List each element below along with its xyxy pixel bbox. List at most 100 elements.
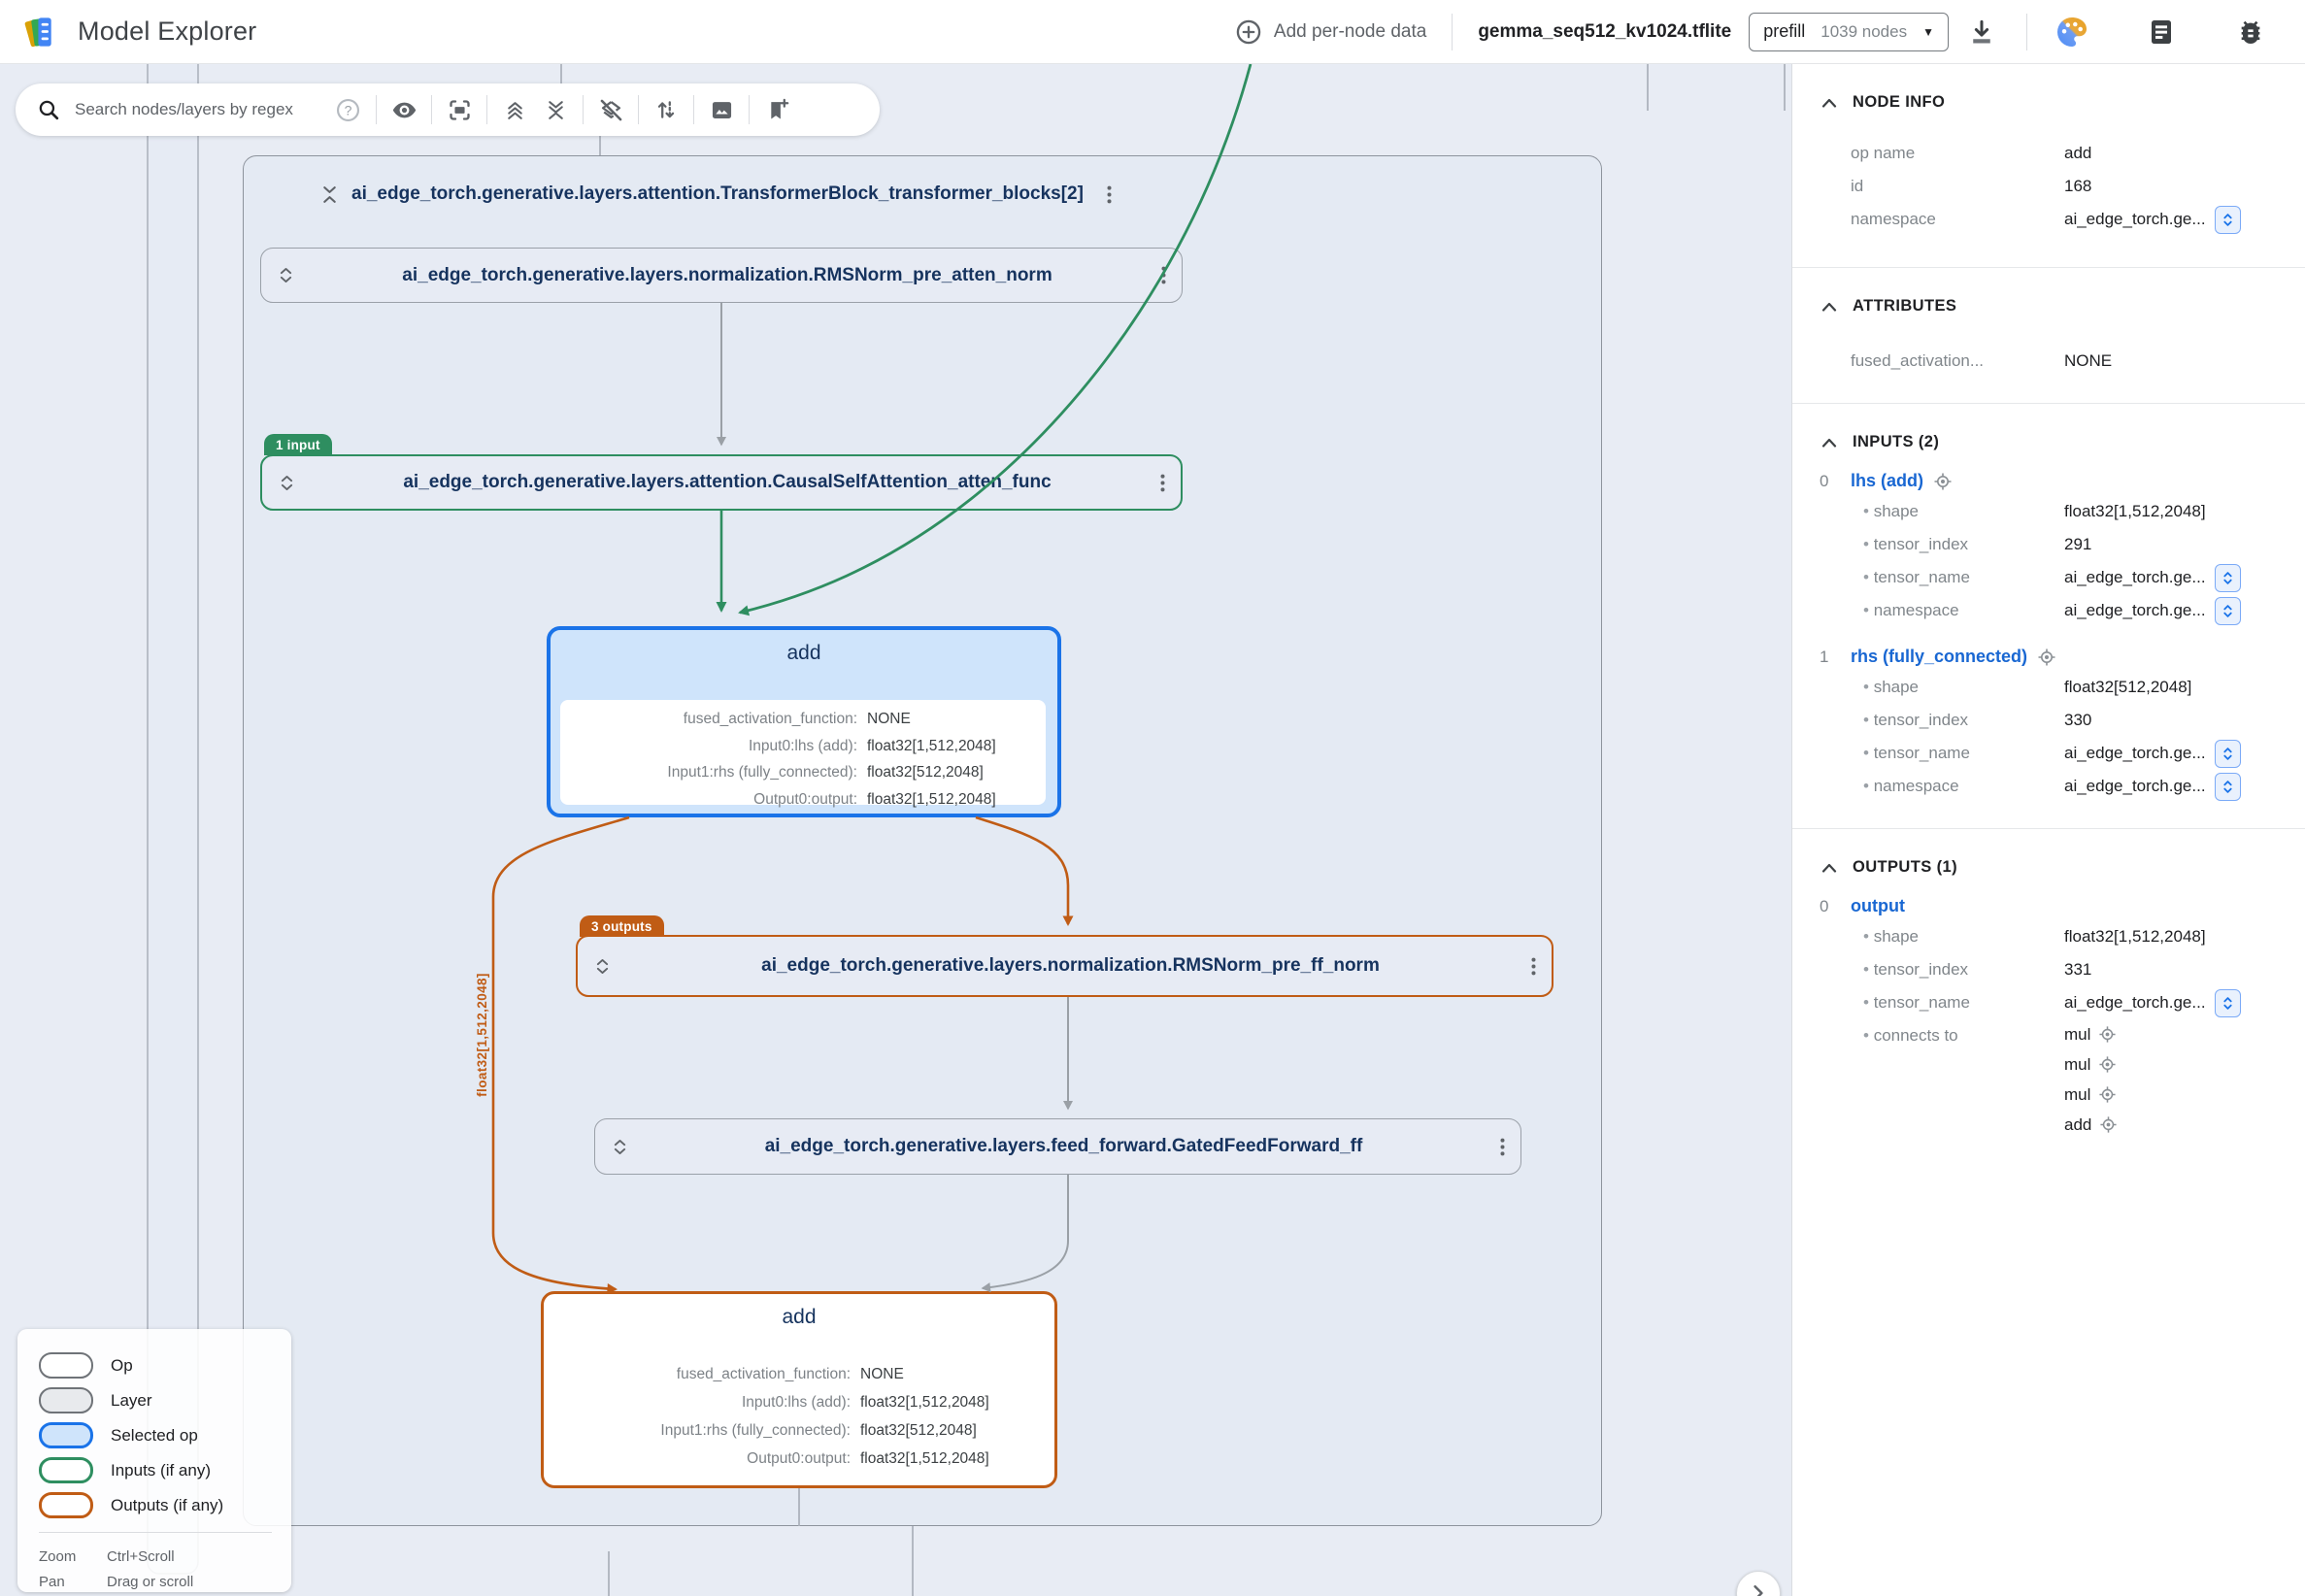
locate-node-icon[interactable]: [2098, 1085, 2117, 1104]
fit-to-screen-button[interactable]: [439, 89, 480, 130]
attr-label: Input1:rhs (fully_connected):: [570, 759, 857, 786]
op-node-add-output[interactable]: add fused_activation_function:NONE Input…: [541, 1291, 1057, 1488]
svg-text:?: ?: [345, 102, 352, 117]
graph-canvas[interactable]: ai_edge_torch.generative.layers.attentio…: [0, 64, 1791, 1596]
kebab-menu-icon[interactable]: [1500, 1138, 1505, 1156]
section-title: ATTRIBUTES: [1853, 297, 1956, 316]
panel-expand-button[interactable]: [1736, 1571, 1781, 1596]
graph-name: prefill: [1763, 21, 1805, 42]
download-button[interactable]: [1962, 13, 2001, 51]
graph-selector-dropdown[interactable]: prefill 1039 nodes ▼: [1749, 13, 1949, 51]
docs-button[interactable]: [2142, 13, 2181, 51]
add-per-node-data-button[interactable]: Add per-node data: [1235, 18, 1426, 46]
attr-value: NONE: [867, 706, 1036, 733]
input-row: tensor_name ai_edge_torch.ge...: [1792, 737, 2305, 770]
locate-node-icon[interactable]: [2098, 1025, 2117, 1044]
selected-op-swatch: [39, 1422, 93, 1448]
locate-node-icon[interactable]: [2099, 1115, 2118, 1134]
add-circle-icon: [1235, 18, 1262, 46]
outputs-swatch: [39, 1492, 93, 1518]
op-node-title: add: [544, 1306, 1054, 1329]
layer-title: ai_edge_torch.generative.layers.attentio…: [351, 183, 1084, 205]
layer-node-rmsnorm-pre-atten[interactable]: ai_edge_torch.generative.layers.normaliz…: [260, 248, 1183, 303]
chevron-right-icon: [1752, 1584, 1765, 1596]
app-title: Model Explorer: [78, 17, 256, 47]
export-image-button[interactable]: [701, 89, 742, 130]
bookmark-add-icon: [764, 97, 790, 123]
expand-text-button[interactable]: [2215, 206, 2241, 234]
attributes-section-header[interactable]: ATTRIBUTES: [1792, 297, 2305, 316]
outputs-section-header[interactable]: OUTPUTS (1): [1792, 858, 2305, 877]
kebab-menu-icon[interactable]: [1160, 474, 1165, 492]
attr-label: fused_activation_function:: [563, 1360, 851, 1388]
expand-text-button[interactable]: [2215, 597, 2241, 625]
section-attributes: ATTRIBUTES fused_activation...NONE: [1792, 268, 2305, 403]
section-title: INPUTS (2): [1853, 433, 1939, 451]
legend: Op Layer Selected op Inputs (if any) Out…: [17, 1329, 291, 1592]
image-icon: [709, 97, 735, 123]
toggle-visibility-button[interactable]: [384, 89, 424, 130]
section-outputs: OUTPUTS (1) 0 output shapefloat32[1,512,…: [1792, 829, 2305, 1165]
section-node-info: NODE INFO op nameadd id168 namespace ai_…: [1792, 64, 2305, 267]
attr-label: Output0:output:: [563, 1445, 851, 1473]
op-attrs: fused_activation_function:NONE Input0:lh…: [553, 1354, 1043, 1477]
output-index: 0: [1820, 897, 1851, 916]
divider: [638, 95, 639, 124]
theme-palette-button[interactable]: [2053, 13, 2091, 51]
flatten-layers-icon: [598, 97, 624, 123]
locate-node-icon[interactable]: [2037, 648, 2056, 667]
attr-row: fused_activation...NONE: [1792, 345, 2305, 378]
expand-text-button[interactable]: [2215, 564, 2241, 592]
report-bug-button[interactable]: [2231, 13, 2270, 51]
search-help-icon[interactable]: ?: [335, 97, 361, 123]
collapse-layer-icon[interactable]: [321, 184, 338, 205]
expand-layer-icon[interactable]: [595, 956, 610, 977]
collapse-all-layers-button[interactable]: [535, 89, 576, 130]
expand-layer-icon[interactable]: [280, 473, 294, 493]
divider: [2026, 14, 2027, 50]
collapse-all-icon: [544, 98, 568, 122]
layer-node-rmsnorm-pre-ff[interactable]: ai_edge_torch.generative.layers.normaliz…: [576, 935, 1553, 997]
legend-item-inputs: Inputs (if any): [39, 1457, 291, 1483]
fit-screen-icon: [447, 97, 473, 123]
flatten-layers-button[interactable]: [590, 89, 631, 130]
expand-layer-icon[interactable]: [279, 265, 293, 285]
add-bookmark-button[interactable]: [756, 89, 797, 130]
locate-node-icon[interactable]: [1933, 472, 1953, 491]
chevron-up-icon: [1821, 863, 1837, 873]
inputs-swatch: [39, 1457, 93, 1483]
search-input[interactable]: [75, 100, 335, 119]
layer-node-gated-feed-forward[interactable]: ai_edge_torch.generative.layers.feed_for…: [594, 1118, 1521, 1175]
inputs-section-header[interactable]: INPUTS (2): [1792, 433, 2305, 451]
connects-to-item: mul: [2064, 1019, 2305, 1049]
trace-inputs-outputs-button[interactable]: [646, 89, 686, 130]
op-node-title: add: [551, 642, 1057, 665]
node-info-section-header[interactable]: NODE INFO: [1792, 93, 2305, 112]
layer-title: ai_edge_torch.generative.layers.normaliz…: [307, 265, 1148, 286]
kebab-menu-icon[interactable]: [1531, 957, 1536, 976]
locate-node-icon[interactable]: [2098, 1055, 2117, 1074]
kebab-menu-icon[interactable]: [1107, 185, 1112, 204]
expand-layer-icon[interactable]: [613, 1137, 627, 1157]
output-row: tensor_name ai_edge_torch.ge...: [1792, 986, 2305, 1019]
legend-item-outputs: Outputs (if any): [39, 1492, 291, 1518]
section-title: OUTPUTS (1): [1853, 858, 1957, 877]
connects-to-item: add: [2064, 1110, 2305, 1140]
expand-text-button[interactable]: [2215, 989, 2241, 1017]
legend-item-op: Op: [39, 1352, 291, 1379]
output-row: tensor_index331: [1792, 953, 2305, 986]
layer-node-causal-self-attention[interactable]: ai_edge_torch.generative.layers.attentio…: [260, 454, 1183, 511]
expand-text-button[interactable]: [2215, 773, 2241, 801]
download-icon: [1967, 17, 1996, 47]
info-row: id168: [1792, 170, 2305, 203]
expand-all-layers-button[interactable]: [494, 89, 535, 130]
layer-transformer-block-header[interactable]: ai_edge_torch.generative.layers.attentio…: [321, 183, 1112, 205]
op-node-add-selected[interactable]: add fused_activation_function:NONE Input…: [547, 626, 1061, 817]
pan-hint-label: Pan: [39, 1570, 107, 1595]
eye-icon: [391, 97, 418, 123]
pan-hint-value: Drag or scroll: [107, 1570, 193, 1595]
kebab-menu-icon[interactable]: [1161, 266, 1166, 284]
legend-item-selected-op: Selected op: [39, 1422, 291, 1448]
input-row: shapefloat32[512,2048]: [1792, 671, 2305, 704]
expand-text-button[interactable]: [2215, 740, 2241, 768]
